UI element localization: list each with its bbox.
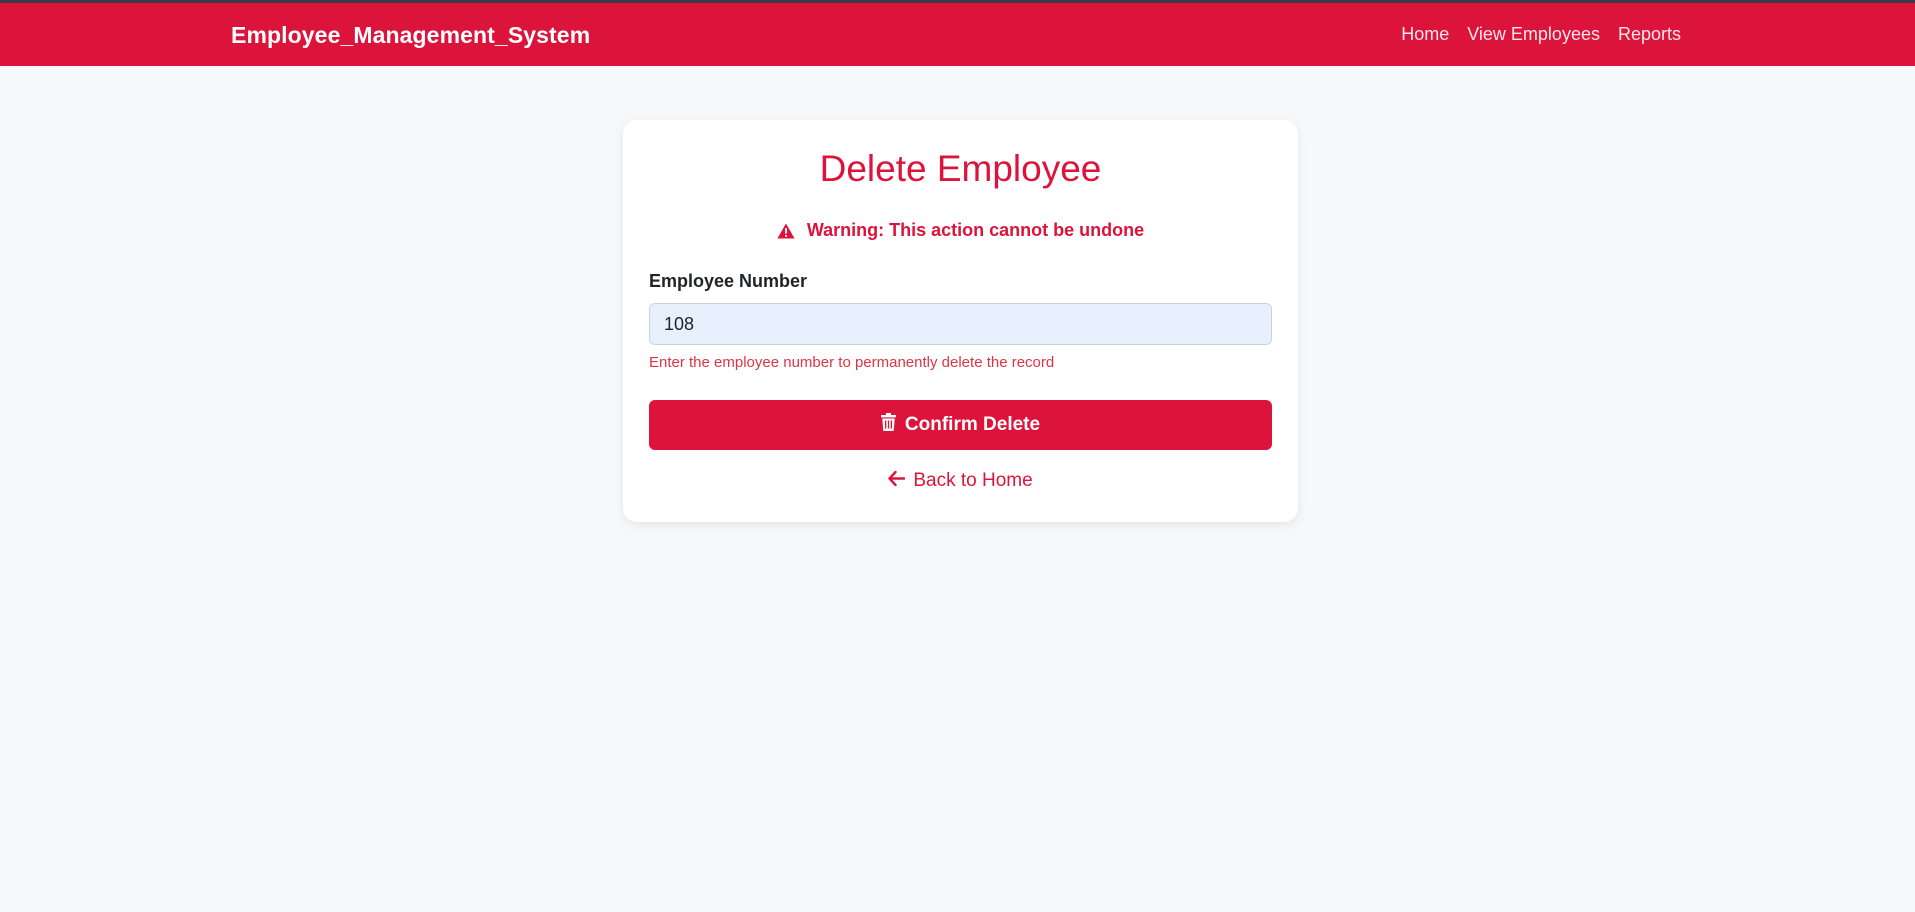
navbar: Employee_Management_System Home View Emp… <box>0 3 1915 66</box>
employee-number-label: Employee Number <box>649 271 808 291</box>
nav-link-view-employees[interactable]: View Employees <box>1467 24 1600 45</box>
warning-triangle-icon <box>777 223 795 239</box>
back-to-home-link[interactable]: Back to Home <box>623 470 1298 492</box>
arrow-left-icon <box>888 470 906 492</box>
warning-text: Warning: This action cannot be undone <box>806 220 1145 240</box>
employee-number-input[interactable] <box>649 303 1272 345</box>
nav-links: Home View Employees Reports <box>1401 24 1681 45</box>
confirm-delete-label: Confirm Delete <box>904 414 1041 435</box>
employee-number-help: Enter the employee number to permanently… <box>649 354 1055 371</box>
nav-link-reports[interactable]: Reports <box>1618 24 1681 45</box>
warning-message: Warning: This action cannot be undone <box>623 220 1298 241</box>
page-title: Delete Employee <box>819 148 1102 189</box>
trash-icon <box>880 413 896 437</box>
confirm-delete-button[interactable]: Confirm Delete <box>649 400 1272 450</box>
nav-link-home[interactable]: Home <box>1401 24 1449 45</box>
delete-employee-card: Delete Employee Warning: This action can… <box>623 120 1298 522</box>
back-to-home-label: Back to Home <box>913 470 1033 491</box>
brand-link[interactable]: Employee_Management_System <box>231 22 590 49</box>
